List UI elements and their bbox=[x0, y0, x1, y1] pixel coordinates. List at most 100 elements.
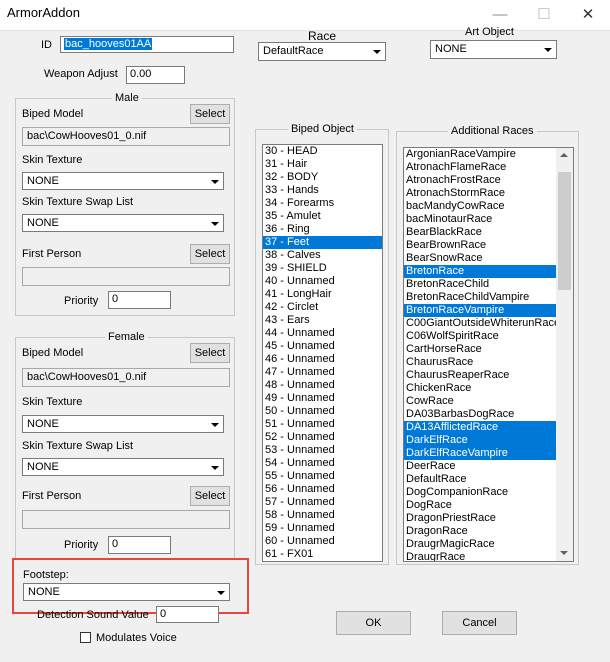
female-first-person-field bbox=[22, 510, 230, 529]
list-item[interactable]: 40 - Unnamed bbox=[263, 275, 382, 288]
list-item[interactable]: 36 - Ring bbox=[263, 223, 382, 236]
list-item[interactable]: AtronachFrostRace bbox=[404, 174, 556, 187]
list-item[interactable]: 60 - Unnamed bbox=[263, 535, 382, 548]
scrollbar-thumb[interactable] bbox=[558, 172, 571, 290]
list-item[interactable]: BearBrownRace bbox=[404, 239, 556, 252]
list-item[interactable]: BretonRaceChildVampire bbox=[404, 291, 556, 304]
list-item[interactable]: 39 - SHIELD bbox=[263, 262, 382, 275]
female-first-person-select-button[interactable]: Select bbox=[190, 486, 230, 506]
weapon-adjust-field[interactable]: 0.00 bbox=[126, 66, 185, 84]
male-biped-model-select-button[interactable]: Select bbox=[190, 104, 230, 124]
maximize-icon[interactable]: ☐ bbox=[522, 0, 566, 30]
male-skin-texture-value: NONE bbox=[27, 175, 59, 187]
list-item[interactable]: BretonRaceVampire bbox=[404, 304, 556, 317]
list-item[interactable]: 38 - Calves bbox=[263, 249, 382, 262]
list-item[interactable]: CartHorseRace bbox=[404, 343, 556, 356]
list-item[interactable]: 53 - Unnamed bbox=[263, 444, 382, 457]
female-biped-model-select-button[interactable]: Select bbox=[190, 343, 230, 363]
list-item[interactable]: 61 - FX01 bbox=[263, 548, 382, 561]
detection-sound-field[interactable]: 0 bbox=[156, 606, 219, 623]
close-icon[interactable]: ✕ bbox=[566, 0, 610, 30]
list-item[interactable]: 31 - Hair bbox=[263, 158, 382, 171]
list-item[interactable]: C00GiantOutsideWhiterunRace bbox=[404, 317, 560, 330]
list-item[interactable]: 50 - Unnamed bbox=[263, 405, 382, 418]
list-item[interactable]: ChaurusRace bbox=[404, 356, 556, 369]
list-item[interactable]: 55 - Unnamed bbox=[263, 470, 382, 483]
ok-button[interactable]: OK bbox=[336, 611, 411, 635]
female-priority-value: 0 bbox=[112, 538, 119, 550]
list-item[interactable]: C06WolfSpiritRace bbox=[404, 330, 556, 343]
list-item[interactable]: 32 - BODY bbox=[263, 171, 382, 184]
list-item[interactable]: 54 - Unnamed bbox=[263, 457, 382, 470]
list-item[interactable]: 30 - HEAD bbox=[263, 145, 382, 158]
list-item[interactable]: 49 - Unnamed bbox=[263, 392, 382, 405]
list-item[interactable]: 42 - Circlet bbox=[263, 301, 382, 314]
list-item[interactable]: DeerRace bbox=[404, 460, 556, 473]
list-item[interactable]: DragonPriestRace bbox=[404, 512, 556, 525]
list-item[interactable]: BearBlackRace bbox=[404, 226, 556, 239]
list-item[interactable]: DogRace bbox=[404, 499, 556, 512]
list-item[interactable]: DogCompanionRace bbox=[404, 486, 556, 499]
female-skin-texture-dropdown[interactable]: NONE bbox=[22, 415, 224, 433]
list-item[interactable]: DefaultRace bbox=[404, 473, 556, 486]
list-item[interactable]: CowRace bbox=[404, 395, 556, 408]
list-item[interactable]: 43 - Ears bbox=[263, 314, 382, 327]
list-item[interactable]: 58 - Unnamed bbox=[263, 509, 382, 522]
list-item[interactable]: 33 - Hands bbox=[263, 184, 382, 197]
list-item[interactable]: DraugrRace bbox=[404, 551, 556, 561]
female-priority-field[interactable]: 0 bbox=[108, 536, 171, 554]
list-item[interactable]: BretonRace bbox=[404, 265, 556, 278]
list-item[interactable]: DraugrMagicRace bbox=[404, 538, 556, 551]
art-object-dropdown[interactable]: NONE bbox=[430, 40, 557, 59]
list-item[interactable]: bacMinotaurRace bbox=[404, 213, 556, 226]
list-item[interactable]: ChaurusReaperRace bbox=[404, 369, 556, 382]
footstep-dropdown[interactable]: NONE bbox=[23, 583, 230, 601]
list-item[interactable]: 46 - Unnamed bbox=[263, 353, 382, 366]
male-skin-texture-label: Skin Texture bbox=[22, 154, 83, 166]
list-item[interactable]: BearSnowRace bbox=[404, 252, 556, 265]
male-priority-label: Priority bbox=[64, 295, 99, 307]
list-item[interactable]: DragonRace bbox=[404, 525, 556, 538]
scroll-down-icon[interactable] bbox=[560, 551, 568, 555]
additional-races-list[interactable]: ArgonianRaceVampire AtronachFlameRace Atro… bbox=[403, 147, 574, 562]
scroll-up-icon[interactable] bbox=[560, 153, 568, 157]
male-skin-texture-dropdown[interactable]: NONE bbox=[22, 172, 224, 190]
male-priority-field[interactable]: 0 bbox=[108, 291, 171, 309]
list-item[interactable]: BretonRaceChild bbox=[404, 278, 556, 291]
list-item[interactable]: 47 - Unnamed bbox=[263, 366, 382, 379]
cancel-button[interactable]: Cancel bbox=[442, 611, 517, 635]
list-item[interactable]: 34 - Forearms bbox=[263, 197, 382, 210]
biped-object-list[interactable]: 30 - HEAD 31 - Hair 32 - BODY 33 - Hands 34 … bbox=[262, 144, 383, 562]
list-item[interactable]: ChickenRace bbox=[404, 382, 556, 395]
list-item[interactable]: 59 - Unnamed bbox=[263, 522, 382, 535]
chevron-down-icon bbox=[206, 460, 222, 475]
list-item[interactable]: 56 - Unnamed bbox=[263, 483, 382, 496]
male-first-person-select-button[interactable]: Select bbox=[190, 244, 230, 264]
race-value: DefaultRace bbox=[263, 45, 324, 57]
list-item[interactable]: 48 - Unnamed bbox=[263, 379, 382, 392]
male-first-person-field bbox=[22, 267, 230, 286]
modulates-voice-checkbox[interactable] bbox=[80, 632, 91, 643]
races-scrollbar[interactable] bbox=[556, 148, 573, 561]
list-item[interactable]: DarkElfRace bbox=[404, 434, 556, 447]
id-field[interactable]: bac_hooves01AA bbox=[60, 36, 234, 53]
list-item[interactable]: 52 - Unnamed bbox=[263, 431, 382, 444]
list-item[interactable]: 51 - Unnamed bbox=[263, 418, 382, 431]
list-item[interactable]: 41 - LongHair bbox=[263, 288, 382, 301]
list-item[interactable]: 45 - Unnamed bbox=[263, 340, 382, 353]
race-dropdown[interactable]: DefaultRace bbox=[258, 42, 386, 61]
list-item[interactable]: DA13AfflictedRace bbox=[404, 421, 556, 434]
female-swap-list-dropdown[interactable]: NONE bbox=[22, 458, 224, 476]
list-item[interactable]: AtronachStormRace bbox=[404, 187, 556, 200]
list-item[interactable]: ArgonianRaceVampire bbox=[404, 148, 556, 161]
additional-races-label: Additional Races bbox=[448, 125, 537, 137]
list-item[interactable]: 35 - Amulet bbox=[263, 210, 382, 223]
male-swap-list-dropdown[interactable]: NONE bbox=[22, 214, 224, 232]
list-item[interactable]: DA03BarbasDogRace bbox=[404, 408, 556, 421]
list-item[interactable]: 57 - Unnamed bbox=[263, 496, 382, 509]
list-item[interactable]: AtronachFlameRace bbox=[404, 161, 556, 174]
list-item[interactable]: bacMandyCowRace bbox=[404, 200, 556, 213]
list-item[interactable]: 37 - Feet bbox=[263, 236, 382, 249]
list-item[interactable]: 44 - Unnamed bbox=[263, 327, 382, 340]
list-item[interactable]: DarkElfRaceVampire bbox=[404, 447, 556, 460]
